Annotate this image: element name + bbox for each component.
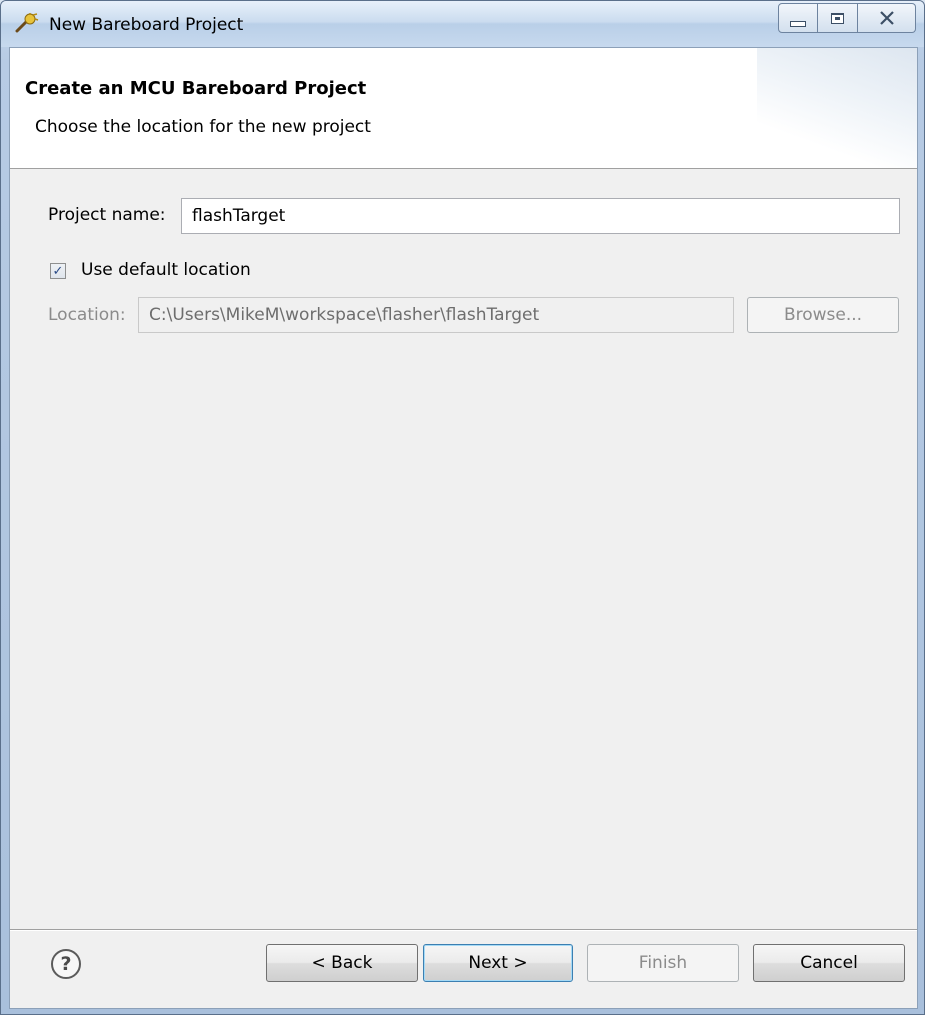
wizard-banner: Create an MCU Bareboard Project Choose t… <box>10 48 917 169</box>
use-default-location-checkbox[interactable]: ✓ <box>50 263 66 279</box>
close-button[interactable] <box>858 3 916 33</box>
window-title: New Bareboard Project <box>49 15 244 35</box>
dialog-client: Create an MCU Bareboard Project Choose t… <box>9 47 918 1009</box>
close-icon <box>879 11 894 25</box>
maximize-button[interactable] <box>818 3 858 33</box>
maximize-icon <box>831 12 844 24</box>
location-label: Location: <box>48 305 126 325</box>
checkmark-icon: ✓ <box>52 263 64 279</box>
minimize-button[interactable] <box>778 3 818 33</box>
cancel-button[interactable]: Cancel <box>753 944 905 982</box>
window-controls <box>778 3 916 33</box>
location-input: C:\Users\MikeM\workspace\flasher\flashTa… <box>138 297 734 333</box>
footer-separator <box>10 929 917 931</box>
title-bar[interactable]: New Bareboard Project <box>1 1 924 47</box>
wizard-wand-icon <box>15 13 39 33</box>
project-name-label: Project name: <box>48 205 166 225</box>
banner-decoration <box>757 48 917 168</box>
banner-description: Choose the location for the new project <box>35 117 371 137</box>
project-name-input[interactable]: flashTarget <box>181 198 900 234</box>
help-icon[interactable]: ? <box>51 949 81 979</box>
banner-title: Create an MCU Bareboard Project <box>25 78 367 99</box>
next-button[interactable]: Next > <box>423 944 573 982</box>
dialog-window: New Bareboard Project Create an MCU Bare… <box>0 0 925 1015</box>
back-button[interactable]: < Back <box>266 944 418 982</box>
browse-button: Browse... <box>747 297 899 333</box>
finish-button: Finish <box>587 944 739 982</box>
use-default-location-label[interactable]: Use default location <box>81 260 251 280</box>
minimize-icon <box>790 21 806 27</box>
